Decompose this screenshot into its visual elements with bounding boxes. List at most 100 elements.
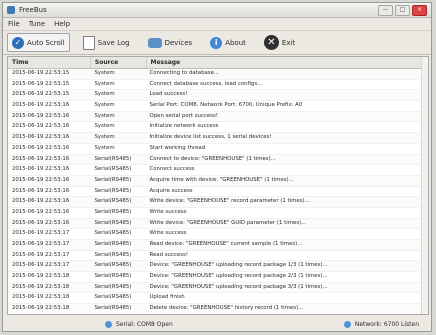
cell-message: Connect to device: "GREENHOUSE" (1 times… bbox=[149, 155, 276, 162]
table-row[interactable]: 2015-06-19 22:53:17 Serial(RS485) Read suc… bbox=[8, 251, 428, 262]
cell-source: System bbox=[94, 144, 115, 151]
exit-button[interactable]: ✕ Exit bbox=[259, 33, 300, 52]
auto-scroll-label: Auto Scroll bbox=[27, 38, 65, 47]
cell-time: 2015-06-19 22:53:16 bbox=[12, 112, 70, 119]
table-row[interactable]: 2015-06-19 22:53:18 Serial(RS485) Device: … bbox=[8, 282, 428, 294]
cell-time: 2015-06-19 22:53:15 bbox=[12, 70, 70, 76]
cell-message: Device: "GREENHOUSE" uploading record pa… bbox=[149, 273, 328, 280]
table-row[interactable]: 2015-06-19 22:53:16 Serial(RS485) Write su… bbox=[8, 208, 428, 219]
cell-time: 2015-06-19 22:53:18 bbox=[12, 294, 70, 301]
cell-source: Serial(RS485) bbox=[94, 198, 132, 205]
cell-source: System bbox=[94, 102, 115, 109]
cell-message: Open serial port success! bbox=[149, 112, 218, 119]
app-window: FreeBus — □ × File Tune Help ✓ Auto Scro… bbox=[2, 2, 432, 332]
cell-message: Read device: "GREENHOUSE" current sample… bbox=[149, 241, 303, 247]
cell-source: Serial(RS485) bbox=[94, 262, 132, 269]
table-row[interactable]: 2015-06-19 22:53:16 Serial(RS485) Acquire … bbox=[8, 175, 428, 187]
exit-label: Exit bbox=[281, 38, 296, 47]
cell-time: 2015-06-19 22:53:18 bbox=[12, 273, 70, 280]
table-row[interactable]: 2015-06-19 22:53:16 System Open serial por… bbox=[8, 111, 428, 123]
table-body: 2015-06-19 22:53:15 System Connecting to d… bbox=[8, 69, 428, 314]
devices-label: Devices bbox=[164, 38, 193, 47]
cell-message: Start working thread bbox=[149, 144, 206, 151]
table-row[interactable]: 2015-06-19 22:53:15 System Connecting to d… bbox=[8, 69, 428, 80]
cell-message: Delete device: "GREENHOUSE" history reco… bbox=[149, 305, 304, 312]
cell-source: System bbox=[94, 134, 115, 141]
cell-message: Upload finish bbox=[149, 294, 185, 301]
cell-time: 2015-06-19 22:53:17 bbox=[12, 251, 70, 258]
network-status-icon bbox=[343, 320, 351, 328]
cell-message: Initialize device list success, 1 serial… bbox=[149, 134, 272, 141]
cell-time: 2015-06-19 22:53:15 bbox=[12, 91, 70, 98]
cell-source: Serial(RS485) bbox=[94, 187, 132, 194]
table-row[interactable]: 2015-06-19 22:53:16 System Initialize devi… bbox=[8, 133, 428, 144]
devices-button[interactable]: Devices bbox=[143, 33, 198, 52]
table-row[interactable]: 2015-06-19 22:53:16 System Serial Port: CO… bbox=[8, 101, 428, 112]
menu-file[interactable]: File bbox=[8, 20, 20, 28]
cell-message: Load success! bbox=[149, 91, 188, 98]
cell-source: System bbox=[94, 123, 115, 130]
info-icon: i bbox=[210, 36, 223, 49]
menu-help[interactable]: Help bbox=[54, 20, 70, 28]
toolbar: ✓ Auto Scroll Save Log Devices i About ✕… bbox=[3, 31, 431, 55]
cell-time: 2015-06-19 22:53:16 bbox=[12, 134, 70, 141]
app-icon bbox=[7, 6, 15, 14]
column-header-source[interactable]: Source bbox=[91, 57, 147, 68]
cell-source: System bbox=[94, 91, 115, 98]
cell-time: 2015-06-19 22:53:17 bbox=[12, 230, 70, 237]
cell-time: 2015-06-19 22:53:16 bbox=[12, 198, 70, 205]
cell-time: 2015-06-19 22:53:18 bbox=[12, 283, 70, 290]
cell-message: Write device: "GREENHOUSE" GUID paramete… bbox=[149, 219, 307, 226]
table-row[interactable]: 2015-06-19 22:53:17 Serial(RS485) Device: … bbox=[8, 261, 428, 273]
cell-source: Serial(RS485) bbox=[94, 230, 132, 237]
table-row[interactable]: 2015-06-19 22:53:16 System Start working t… bbox=[8, 144, 428, 155]
cell-source: Serial(RS485) bbox=[94, 208, 132, 215]
cell-source: System bbox=[94, 80, 115, 87]
cell-message: Device: "GREENHOUSE" uploading record pa… bbox=[149, 262, 328, 269]
table-row[interactable]: 2015-06-19 22:53:18 Serial(RS485) Device: … bbox=[8, 272, 428, 283]
cell-time: 2015-06-19 22:53:16 bbox=[12, 166, 70, 173]
table-row[interactable]: 2015-06-19 22:53:16 System Initialize netw… bbox=[8, 122, 428, 134]
cell-time: 2015-06-19 22:53:16 bbox=[12, 187, 70, 194]
cell-message: Write success bbox=[149, 230, 187, 237]
cell-source: Serial(RS485) bbox=[94, 176, 132, 183]
cell-message: Acquire success bbox=[149, 187, 193, 194]
cell-time: 2015-06-19 22:53:16 bbox=[12, 144, 70, 151]
devices-icon bbox=[147, 37, 162, 48]
window-controls: — □ × bbox=[378, 4, 427, 16]
table-row[interactable]: 2015-06-19 22:53:16 Serial(RS485) Write de… bbox=[8, 197, 428, 208]
cell-message: Write device: "GREENHOUSE" record parame… bbox=[149, 198, 310, 205]
cell-time: 2015-06-19 22:53:16 bbox=[12, 208, 70, 215]
table-row[interactable]: 2015-06-19 22:53:16 Serial(RS485) Connect … bbox=[8, 165, 428, 176]
document-icon bbox=[82, 35, 95, 50]
close-button[interactable]: × bbox=[412, 4, 427, 16]
auto-scroll-button[interactable]: ✓ Auto Scroll bbox=[7, 33, 70, 52]
table-row[interactable]: 2015-06-19 22:53:15 System Load success! bbox=[8, 90, 428, 102]
table-row[interactable]: 2015-06-19 22:53:18 Serial(RS485) Delete d… bbox=[8, 304, 428, 314]
cell-source: Serial(RS485) bbox=[94, 251, 132, 258]
save-log-button[interactable]: Save Log bbox=[78, 33, 135, 52]
menu-tune[interactable]: Tune bbox=[29, 20, 45, 28]
network-status: Network: 6700 Listen bbox=[343, 320, 419, 328]
serial-status-icon bbox=[105, 320, 112, 328]
cell-message: Connect database success, load configs..… bbox=[149, 80, 263, 87]
cell-time: 2015-06-19 22:53:16 bbox=[12, 123, 70, 130]
table-row[interactable]: 2015-06-19 22:53:16 Serial(RS485) Connect … bbox=[8, 154, 428, 166]
minimize-button[interactable]: — bbox=[378, 4, 393, 16]
cell-source: Serial(RS485) bbox=[94, 166, 132, 173]
vertical-scrollbar[interactable] bbox=[421, 57, 428, 314]
table-row[interactable]: 2015-06-19 22:53:16 Serial(RS485) Acquire … bbox=[8, 187, 428, 198]
about-button[interactable]: i About bbox=[205, 33, 251, 52]
table-row[interactable]: 2015-06-19 22:53:18 Serial(RS485) Upload f… bbox=[8, 293, 428, 305]
log-table: Time Source Message 2015-06-19 22:53:15 S… bbox=[7, 56, 429, 315]
table-row[interactable]: 2015-06-19 22:53:17 Serial(RS485) Write su… bbox=[8, 229, 428, 240]
table-row[interactable]: 2015-06-19 22:53:16 Serial(RS485) Write de… bbox=[8, 218, 428, 230]
table-row[interactable]: 2015-06-19 22:53:17 Serial(RS485) Read dev… bbox=[8, 240, 428, 251]
title-bar: FreeBus — □ × bbox=[3, 3, 431, 18]
column-header-message[interactable]: Message bbox=[147, 57, 428, 68]
table-row[interactable]: 2015-06-19 22:53:15 System Connect databas… bbox=[8, 80, 428, 91]
cell-source: Serial(RS485) bbox=[94, 305, 132, 312]
window-title: FreeBus bbox=[19, 6, 47, 14]
column-header-time[interactable]: Time bbox=[8, 57, 91, 68]
maximize-button[interactable]: □ bbox=[395, 4, 410, 16]
